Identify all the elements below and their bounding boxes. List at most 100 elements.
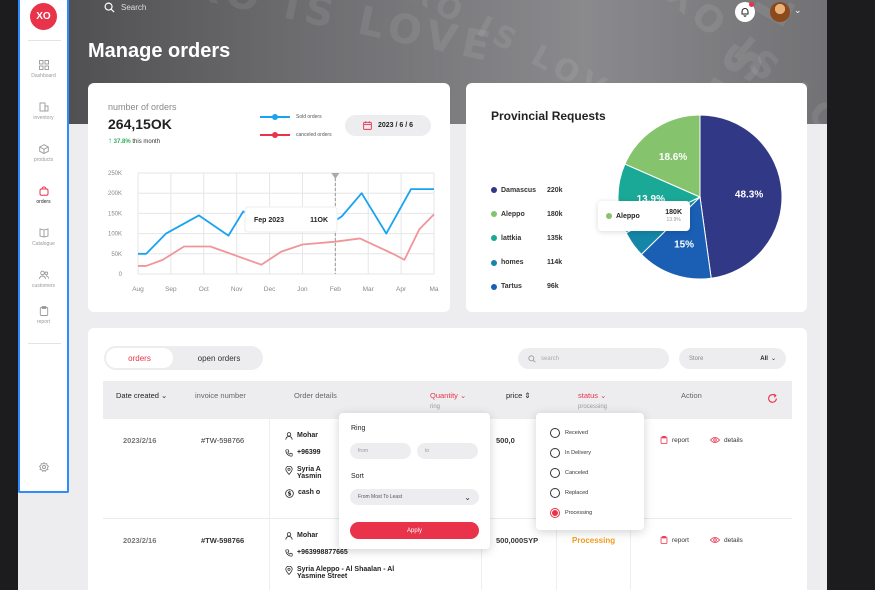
report-button[interactable]: report (660, 436, 689, 444)
tooltip-label: Fep 2023 (254, 217, 284, 224)
sidebar-item-dashboard[interactable]: Dashboard (20, 60, 67, 79)
report-button[interactable]: report (660, 536, 689, 544)
bell-icon (741, 8, 749, 17)
notification-button[interactable] (735, 2, 755, 22)
radio-button-selected (550, 508, 560, 518)
location-icon (285, 566, 293, 575)
user-icon (285, 432, 293, 440)
radio-button (550, 488, 560, 498)
status-option-received[interactable]: Received (550, 428, 588, 438)
column-invoice: invoice number (195, 391, 246, 400)
range-from-input[interactable]: from (350, 443, 411, 459)
table-search-input[interactable]: search (518, 348, 669, 369)
chevron-down-icon: ⌄ (460, 391, 467, 400)
sidebar-item-report[interactable]: report (20, 306, 67, 325)
chart-tooltip: Fep 2023 11OK (244, 206, 338, 233)
details-label: details (724, 436, 743, 444)
sidebar-item-customers[interactable]: customers (20, 270, 67, 289)
tab-orders[interactable]: orders (106, 348, 173, 368)
customer-phone: +96399 (297, 449, 321, 456)
location-icon (285, 466, 293, 475)
invoice-number: #TW-598766 (201, 536, 245, 545)
column-quantity[interactable]: Quantity ⌄ ring (430, 391, 466, 410)
avatar[interactable] (770, 2, 790, 22)
order-date: 2023/2/16 (123, 436, 157, 445)
settings-button[interactable] (20, 462, 67, 472)
orders-table-card: orders open orders search Store All ⌄ Da… (88, 328, 807, 590)
sidebar-item-inventory[interactable]: inventory (20, 102, 67, 121)
chevron-down-icon[interactable]: ⌄ (794, 5, 802, 16)
y-tick-label: 200K (108, 191, 122, 197)
quantity-filter-popover: Ring from to Sort From Most To Least ⌄ A… (339, 413, 490, 549)
book-icon (39, 228, 48, 238)
store-label: Store (689, 355, 704, 362)
status-option-replaced[interactable]: Replaced (550, 488, 588, 498)
sidebar-item-label: inventory (33, 115, 54, 121)
sidebar-item-catalogue[interactable]: Catalogue (20, 228, 67, 247)
ring-label: Ring (351, 425, 366, 432)
app-window: XO IS LOVE XO IS LOVE XO IS LOVE XO IS L… (18, 0, 827, 590)
x-tick-label: Apr (396, 286, 407, 293)
status-option-label: Replaced (565, 490, 589, 496)
notification-badge (749, 2, 754, 7)
y-tick-label: 150K (108, 211, 122, 217)
status-option-in-delivery[interactable]: In Delivery (550, 448, 591, 458)
radio-button (550, 448, 560, 458)
payment-method: cash o (298, 489, 321, 496)
y-tick-label: 50K (111, 252, 122, 258)
chevron-down-icon: ⌄ (161, 391, 168, 400)
users-icon (38, 270, 49, 280)
sort-select[interactable]: From Most To Least ⌄ (350, 489, 479, 505)
clipboard-icon (39, 306, 48, 316)
y-tick-label: 250K (108, 171, 122, 177)
range-to-input[interactable]: to (417, 443, 478, 459)
report-label: report (672, 436, 689, 444)
phone-icon (285, 449, 293, 457)
sidebar-item-label: customers (31, 283, 56, 289)
column-date[interactable]: Date created ⌄ (116, 391, 167, 400)
sidebar-item-products[interactable]: products (20, 144, 67, 163)
apply-button[interactable]: Apply (350, 522, 479, 539)
order-details: Mohar +96399 Syria A Yasmin $ cash o (285, 432, 322, 498)
orders-line-chart: 250K 200K 150K 100K 50K 0 Aug Sep Oct Nov Dec Jon Fe… (108, 171, 439, 293)
x-tick-label: Jon (297, 286, 308, 293)
sidebar-item-orders[interactable]: orders (20, 186, 67, 205)
address-line-2: Yasmin (297, 473, 322, 480)
app-logo[interactable]: XO (30, 3, 57, 30)
tab-open-orders[interactable]: open orders (179, 348, 259, 368)
pie-slice-label: 48.3% (735, 190, 763, 201)
order-price: 500,0 (496, 436, 515, 445)
refresh-icon[interactable] (767, 393, 778, 404)
building-icon (39, 102, 48, 112)
grid-icon (38, 60, 49, 70)
column-status[interactable]: status ⌄ processing (578, 391, 607, 410)
details-button[interactable]: details (710, 436, 743, 444)
column-price[interactable]: price ⇕ (506, 391, 531, 400)
x-tick-label: Dec (264, 286, 276, 293)
details-button[interactable]: details (710, 536, 743, 544)
column-quantity-label: Quantity (430, 391, 458, 400)
global-search[interactable]: Search (104, 2, 146, 13)
orders-chart-card: number of orders 264,15OK ↑ 37.8% this m… (88, 83, 450, 312)
store-select[interactable]: Store All ⌄ (679, 348, 786, 369)
status-filter-popover: Received In Delivery Canceled Replaced P… (536, 413, 644, 530)
radio-button (550, 468, 560, 478)
sidebar-divider (28, 40, 61, 41)
bag-icon (39, 186, 48, 196)
page-title: Manage orders (88, 40, 231, 62)
sidebar: XO Dashboard inventory products orders C… (18, 0, 69, 493)
column-divider (269, 419, 270, 518)
report-label: report (672, 536, 689, 544)
x-tick-label: Sep (165, 286, 177, 293)
status-option-canceled[interactable]: Canceled (550, 468, 588, 478)
search-icon (104, 2, 115, 13)
store-value: All (760, 355, 768, 362)
customer-name: Mohar (297, 532, 318, 539)
status-option-processing[interactable]: Processing (550, 508, 592, 518)
tooltip-value: 180K (665, 209, 682, 216)
x-tick-label: Oct (199, 286, 209, 293)
tooltip-value: 11OK (310, 217, 328, 224)
order-tabs: orders open orders (104, 346, 263, 370)
column-divider (269, 519, 270, 590)
tooltip-name: Aleppo (616, 212, 640, 220)
